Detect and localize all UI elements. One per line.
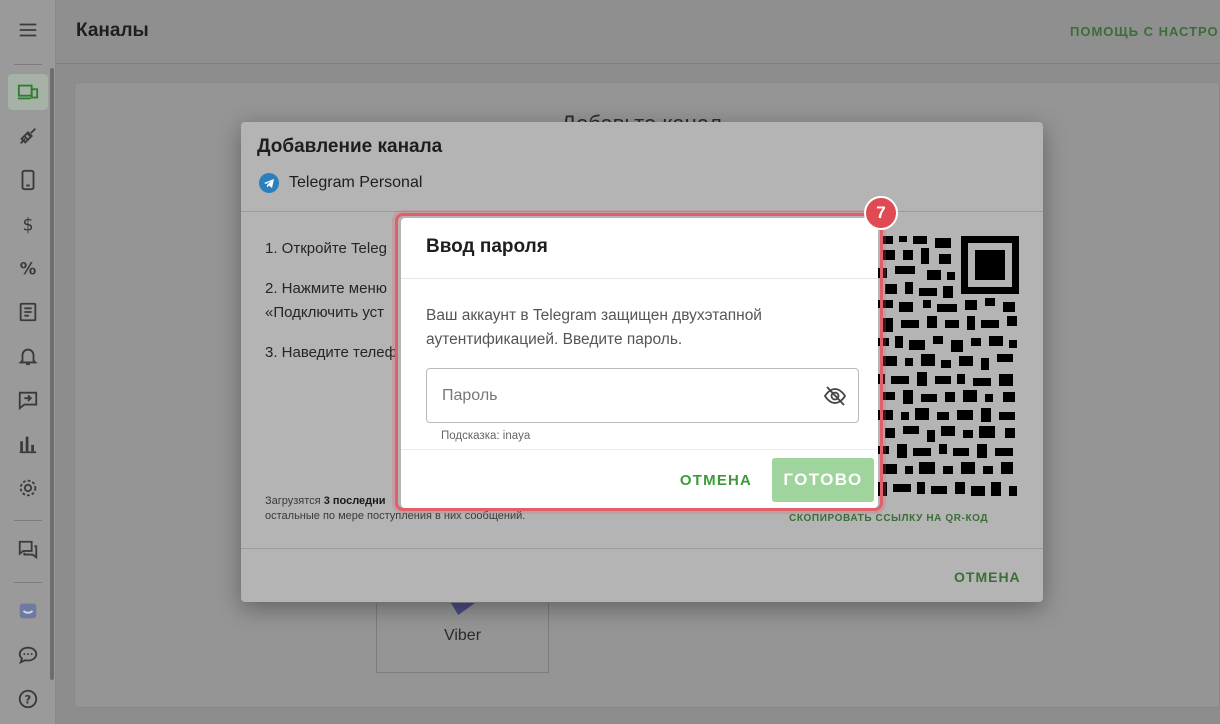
svg-text:$: $: [23, 215, 34, 235]
password-hint: Подсказка: inaya: [441, 430, 531, 442]
telegram-icon: [259, 173, 279, 193]
password-field-wrapper: [426, 368, 859, 423]
setup-help-link[interactable]: ПОМОЩЬ С НАСТРО: [1070, 24, 1219, 39]
note-bold: 3 последни: [323, 495, 386, 507]
channel-type-label: Telegram Personal: [289, 174, 423, 191]
note-prefix: Загрузятся: [265, 495, 324, 507]
page-title: Каналы: [76, 20, 149, 41]
sidebar-separator: [14, 520, 42, 521]
inbox-icon[interactable]: [14, 597, 42, 625]
integrations-icon[interactable]: [14, 122, 42, 150]
billing-icon[interactable]: $: [14, 210, 42, 238]
modal-footer-divider: [401, 449, 878, 450]
dialog-footer-divider: [241, 548, 1043, 549]
svg-text:?: ?: [24, 693, 31, 707]
eye-off-icon[interactable]: [823, 385, 847, 407]
sidebar: $ % ?: [0, 0, 56, 724]
modal-cancel-button[interactable]: ОТМЕНА: [673, 458, 759, 502]
password-modal: Ввод пароля Ваш аккаунт в Telegram защищ…: [401, 218, 878, 508]
stats-icon[interactable]: [14, 430, 42, 458]
qr-code: [877, 236, 1019, 496]
instruction-step-2: 2. Нажмите меню: [265, 280, 387, 297]
bell-icon[interactable]: [14, 342, 42, 370]
menu-icon[interactable]: [14, 16, 42, 44]
percent-icon[interactable]: %: [14, 254, 42, 282]
copy-qr-link-button[interactable]: СКОПИРОВАТЬ ССЫЛКУ НА QR-КОД: [789, 513, 988, 524]
chat-bubble-icon[interactable]: [14, 641, 42, 669]
page-header: Каналы ПОМОЩЬ С НАСТРО: [56, 0, 1220, 64]
dialog-cancel-button[interactable]: ОТМЕНА: [954, 569, 1021, 585]
dialog-divider: [241, 211, 1043, 212]
modal-description: Ваш аккаунт в Telegram защищен двухэтапн…: [426, 307, 762, 348]
step-badge: 7: [864, 196, 898, 230]
modal-title: Ввод пароля: [426, 236, 548, 257]
phone-icon[interactable]: [14, 166, 42, 194]
chats-icon[interactable]: [14, 536, 42, 564]
sidebar-separator: [14, 582, 42, 583]
sidebar-separator: [14, 64, 42, 65]
dialog-title: Добавление канала: [257, 136, 443, 157]
message-forward-icon[interactable]: [14, 386, 42, 414]
gear-icon[interactable]: [14, 474, 42, 502]
viber-icon: [451, 603, 475, 615]
password-input[interactable]: [427, 369, 807, 422]
modal-divider: [401, 278, 878, 279]
document-icon[interactable]: [14, 298, 42, 326]
done-button[interactable]: ГОТОВО: [772, 458, 874, 502]
viber-label: Viber: [443, 627, 482, 644]
instruction-step-2-cont: «Подключить уст: [265, 304, 385, 321]
sidebar-scrollbar[interactable]: [50, 68, 54, 680]
viber-channel-card[interactable]: Viber: [376, 603, 549, 673]
dialog-subtitle: Telegram Personal: [259, 173, 422, 193]
channels-icon[interactable]: [14, 78, 42, 106]
svg-text:%: %: [20, 259, 37, 278]
instruction-step-3: 3. Наведите телеф: [265, 344, 397, 361]
note-line2: остальные по мере поступления в них сооб…: [265, 510, 526, 522]
help-icon[interactable]: ?: [14, 685, 42, 713]
instruction-step-1: 1. Откройте Teleg: [265, 240, 387, 257]
